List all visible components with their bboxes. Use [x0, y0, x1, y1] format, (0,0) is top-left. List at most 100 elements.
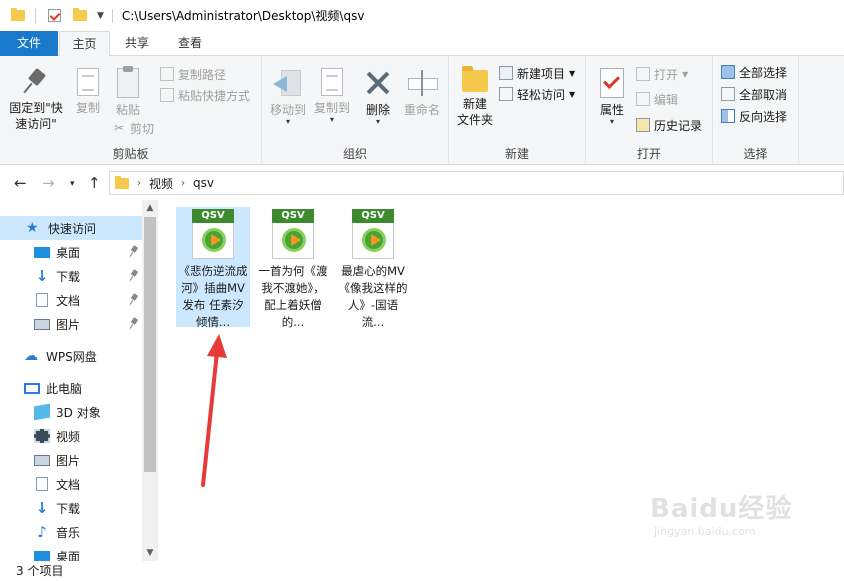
delete-icon [363, 68, 393, 98]
open-group-label: 打开 [636, 147, 661, 161]
baidu-watermark: Baidu经验 jingyan.baidu.com [650, 488, 810, 554]
play-icon [362, 228, 386, 252]
select-group-label: 选择 [743, 147, 768, 161]
music-icon: ♪ [37, 523, 47, 541]
copy-path-button[interactable]: 复制路径 [160, 64, 226, 84]
easy-access-label: 轻松访问 [517, 87, 566, 102]
nav-item-quick-access[interactable]: ★ 快速访问 [0, 216, 142, 240]
nav-item-desktop-pc[interactable]: 桌面 [0, 544, 142, 561]
new-item-label: 新建项目 [517, 66, 566, 81]
desktop-icon [34, 246, 50, 258]
new-folder-quick-icon[interactable] [73, 8, 87, 21]
nav-item-wps-cloud[interactable]: ☁ WPS网盘 [0, 344, 142, 368]
nav-item-music[interactable]: ♪ 音乐 [0, 520, 142, 544]
file-item[interactable]: QSV 一首为何《渡我不渡她》，配上着妖僧的... [256, 207, 330, 329]
navigation-bar: ← → ▾ ↑ › 视频 › qsv [0, 166, 844, 200]
divider [35, 8, 36, 23]
up-arrow-icon[interactable]: ↑ [88, 174, 101, 192]
history-label: 历史记录 [654, 118, 703, 133]
back-arrow-icon[interactable]: ← [14, 174, 27, 192]
nav-item-documents[interactable]: 文档 [0, 288, 142, 312]
easy-access-button[interactable]: 轻松访问 ▼ [499, 84, 575, 104]
pin-label-line2: 速访问" [15, 117, 57, 131]
scroll-down-icon[interactable]: ▼ [142, 545, 158, 561]
nav-item-videos[interactable]: 视频 [0, 424, 142, 448]
nav-item-pictures[interactable]: 图片 [0, 312, 142, 336]
move-to-label: 移动到 [269, 103, 306, 117]
pin-quick-access-button[interactable]: 固定到"快 速访问" [4, 68, 68, 132]
rename-button[interactable]: 重命名 [400, 68, 444, 118]
nav-label: 视频 [56, 429, 81, 444]
properties-quick-icon[interactable] [48, 9, 61, 22]
file-item[interactable]: QSV 最虐心的MV《像我这样的人》-国语流... [336, 207, 410, 329]
organize-group-label: 组织 [342, 147, 367, 161]
nav-label: 下载 [56, 501, 81, 516]
history-button[interactable]: 历史记录 [636, 115, 702, 135]
tab-home[interactable]: 主页 [59, 31, 110, 57]
copy-to-label: 复制到 [313, 101, 350, 115]
select-none-button[interactable]: 全部取消 [721, 84, 787, 104]
address-bar[interactable]: › 视频 › qsv [109, 171, 844, 195]
select-all-button[interactable]: 全部选择 [721, 62, 787, 82]
tab-view[interactable]: 查看 [164, 31, 216, 56]
invert-selection-button[interactable]: 反向选择 [721, 106, 787, 126]
nav-scrollbar[interactable]: ▲ ▼ [142, 200, 158, 561]
nav-item-documents-pc[interactable]: 文档 [0, 472, 142, 496]
watermark-url: jingyan.baidu.com [654, 525, 756, 538]
paste-button[interactable]: 粘贴 [110, 66, 146, 118]
copy-button[interactable]: 复制 [70, 68, 106, 116]
tab-share[interactable]: 共享 [113, 31, 161, 56]
nav-item-downloads[interactable]: ↓ 下载 [0, 264, 142, 288]
move-to-button[interactable]: 移动到 ▾ [266, 68, 310, 126]
edit-button[interactable]: 编辑 [636, 89, 678, 109]
breadcrumb-qsv[interactable]: qsv [193, 176, 214, 190]
easy-access-icon [499, 87, 513, 101]
nav-item-pictures-pc[interactable]: 图片 [0, 448, 142, 472]
nav-item-desktop[interactable]: 桌面 [0, 240, 142, 264]
forward-arrow-icon[interactable]: → [42, 174, 55, 192]
customize-quick-access-icon[interactable]: ▼ [97, 11, 104, 21]
scroll-thumb[interactable] [144, 217, 156, 472]
breadcrumb-videos[interactable]: 视频 [149, 175, 173, 192]
nav-item-this-pc[interactable]: 此电脑 [0, 376, 142, 400]
pictures-icon [34, 454, 50, 466]
qsv-file-icon: QSV [192, 209, 234, 259]
nav-item-downloads-pc[interactable]: ↓ 下载 [0, 496, 142, 520]
new-group-label: 新建 [504, 147, 529, 161]
recent-locations-chevron-icon[interactable]: ▾ [70, 179, 75, 189]
cut-button[interactable]: ✂ 剪切 [112, 118, 154, 138]
scroll-up-icon[interactable]: ▲ [142, 200, 158, 216]
invert-selection-label: 反向选择 [739, 109, 788, 124]
ribbon-tabs: 文件 主页 共享 查看 [0, 31, 844, 57]
navigation-pane: ★ 快速访问 桌面 ↓ 下载 文档 图片 ☁ WPS网盘 此电脑 3D 对象 视… [0, 200, 142, 561]
ribbon: 固定到"快 速访问" 复制 粘贴 复制路径 粘贴快捷方式 ✂ 剪切 剪贴板 移动… [0, 56, 844, 165]
file-type-badge: QSV [192, 209, 234, 223]
open-button[interactable]: 打开 ▼ [636, 64, 688, 84]
new-folder-label-line1: 新建 [462, 97, 487, 111]
properties-label: 属性 [599, 103, 624, 117]
chevron-right-icon: › [181, 177, 186, 189]
tab-file[interactable]: 文件 [0, 31, 58, 56]
folder-icon [115, 175, 129, 189]
copy-label: 复制 [75, 101, 100, 115]
file-item[interactable]: QSV 《悲伤逆流成河》插曲MV发布 任素汐倾情... [176, 207, 250, 329]
nav-item-3d-objects[interactable]: 3D 对象 [0, 400, 142, 424]
paste-shortcut-button[interactable]: 粘贴快捷方式 [160, 85, 250, 105]
select-group: 全部选择 全部取消 反向选择 选择 [713, 56, 799, 165]
status-bar: 3 个项目 [0, 561, 844, 581]
title-bar: ▼ C:\Users\Administrator\Desktop\视频\qsv [0, 0, 844, 31]
qsv-file-icon: QSV [352, 209, 394, 259]
new-folder-icon [462, 66, 488, 92]
nav-label: 图片 [56, 453, 81, 468]
new-folder-button[interactable]: 新建 文件夹 [453, 64, 497, 128]
file-type-badge: QSV [272, 209, 314, 223]
properties-button[interactable]: 属性 ▾ [594, 68, 630, 126]
watermark-logo-text: Baidu经验 [650, 494, 793, 524]
nav-label: 文档 [56, 293, 81, 308]
select-all-icon [721, 65, 735, 79]
copy-to-button[interactable]: 复制到 ▾ [310, 68, 354, 124]
delete-button[interactable]: 删除 ▾ [360, 68, 396, 126]
new-item-button[interactable]: 新建项目 ▼ [499, 63, 575, 83]
clipboard-group-label: 剪贴板 [112, 147, 149, 161]
pin-icon [24, 68, 48, 96]
